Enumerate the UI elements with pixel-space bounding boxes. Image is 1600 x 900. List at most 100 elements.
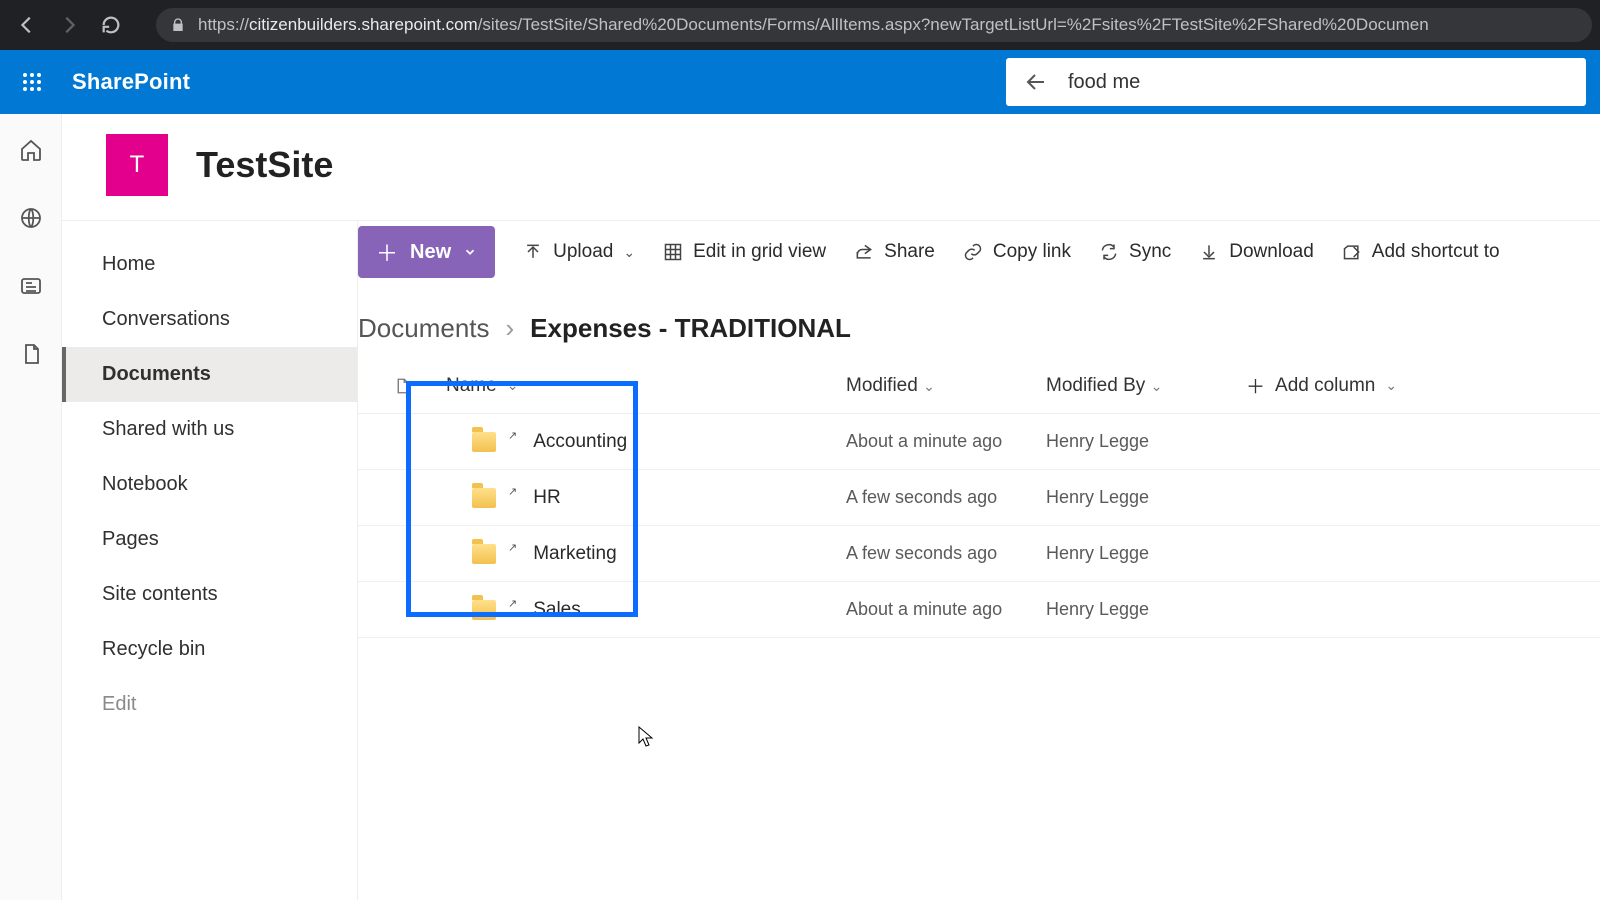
folder-icon (472, 544, 496, 564)
row-modified: A few seconds ago (846, 543, 1046, 564)
breadcrumb-root[interactable]: Documents (358, 313, 490, 344)
table-row[interactable]: ↗ Marketing A few seconds ago Henry Legge (358, 526, 1600, 582)
chevron-down-icon: ⌄ (923, 378, 935, 394)
nav-item-shared[interactable]: Shared with us (62, 402, 357, 457)
site-logo[interactable]: T (106, 134, 168, 196)
global-nav-rail (0, 114, 62, 900)
share-icon (854, 242, 874, 262)
row-modified: A few seconds ago (846, 487, 1046, 508)
nav-item-notebook[interactable]: Notebook (62, 457, 357, 512)
site-header: T TestSite (62, 114, 1600, 220)
column-modified-by[interactable]: Modified By ⌄ (1046, 375, 1246, 397)
site-nav: Home Conversations Documents Shared with… (62, 221, 357, 900)
browser-reload-button[interactable] (92, 6, 130, 44)
sync-label: Sync (1129, 241, 1171, 263)
url-host: citizenbuilders.sharepoint.com (249, 15, 478, 34)
chevron-down-icon: ⌄ (623, 244, 635, 261)
row-modified: About a minute ago (846, 599, 1046, 620)
copy-link-label: Copy link (993, 241, 1071, 263)
link-overlay-icon: ↗ (508, 429, 517, 442)
column-name-label: Name (446, 375, 497, 397)
add-column-button[interactable]: ＋ Add column ⌄ (1246, 372, 1600, 399)
url-path: /sites/TestSite/Shared%20Documents/Forms… (478, 15, 1429, 34)
download-icon (1199, 242, 1219, 262)
row-name: Accounting (533, 431, 627, 453)
news-icon[interactable] (17, 272, 45, 300)
row-modified-by: Henry Legge (1046, 543, 1246, 564)
link-overlay-icon: ↗ (508, 597, 517, 610)
browser-forward-button[interactable] (50, 6, 88, 44)
upload-icon (523, 242, 543, 262)
nav-item-site-contents[interactable]: Site contents (62, 567, 357, 622)
chevron-down-icon: ⌄ (507, 377, 519, 394)
nav-item-conversations[interactable]: Conversations (62, 292, 357, 347)
breadcrumb-current: Expenses - TRADITIONAL (530, 313, 851, 344)
chevron-down-icon (463, 245, 477, 259)
plus-icon: ＋ (1246, 372, 1265, 399)
browser-back-button[interactable] (8, 6, 46, 44)
column-modified-by-label: Modified By (1046, 375, 1145, 396)
new-button-label: New (410, 241, 451, 264)
home-icon[interactable] (17, 136, 45, 164)
browser-url-bar[interactable]: https://citizenbuilders.sharepoint.com/s… (156, 8, 1592, 42)
search-back-icon[interactable] (1024, 70, 1048, 94)
globe-icon[interactable] (17, 204, 45, 232)
row-modified-by: Henry Legge (1046, 599, 1246, 620)
nav-item-recycle-bin[interactable]: Recycle bin (62, 622, 357, 677)
search-box[interactable] (1006, 58, 1586, 106)
sync-button[interactable]: Sync (1099, 241, 1171, 263)
cursor-icon (638, 726, 654, 748)
column-file-type[interactable] (358, 375, 446, 397)
lock-icon (170, 17, 186, 33)
column-modified-label: Modified (846, 375, 918, 396)
site-title[interactable]: TestSite (196, 144, 333, 186)
suite-header: SharePoint (0, 50, 1600, 114)
column-modified[interactable]: Modified ⌄ (846, 375, 1046, 397)
row-modified-by: Henry Legge (1046, 487, 1246, 508)
table-row[interactable]: ↗ Accounting About a minute ago Henry Leg… (358, 414, 1600, 470)
table-row[interactable]: ↗Sales About a minute ago Henry Legge (358, 582, 1600, 638)
link-overlay-icon: ↗ (508, 485, 517, 498)
file-icon (393, 375, 411, 397)
download-button[interactable]: Download (1199, 241, 1314, 263)
browser-toolbar: https://citizenbuilders.sharepoint.com/s… (0, 0, 1600, 50)
search-input[interactable] (1068, 71, 1568, 94)
new-button[interactable]: ＋ New (358, 226, 495, 278)
upload-label: Upload (553, 241, 613, 263)
files-icon[interactable] (17, 340, 45, 368)
command-bar: ＋ New Upload ⌄ Edit in grid view (358, 221, 1600, 283)
plus-icon: ＋ (376, 236, 398, 268)
breadcrumb: Documents › Expenses - TRADITIONAL (358, 283, 1600, 358)
chevron-right-icon: › (506, 313, 515, 344)
row-name: Marketing (533, 543, 616, 565)
grid-icon (663, 242, 683, 262)
copy-link-button[interactable]: Copy link (963, 241, 1071, 263)
share-button[interactable]: Share (854, 241, 935, 263)
add-shortcut-button[interactable]: Add shortcut to (1342, 241, 1500, 263)
shortcut-icon (1342, 242, 1362, 262)
add-shortcut-label: Add shortcut to (1372, 241, 1500, 263)
url-prefix: https:// (198, 15, 249, 34)
folder-icon (472, 600, 496, 620)
list-header-row: Name ⌄ Modified ⌄ Modified By ⌄ ＋ Add co… (358, 358, 1600, 414)
nav-item-documents[interactable]: Documents (62, 347, 357, 402)
share-label: Share (884, 241, 935, 263)
app-launcher-button[interactable] (14, 64, 50, 100)
upload-button[interactable]: Upload ⌄ (523, 241, 635, 263)
nav-item-home[interactable]: Home (62, 237, 357, 292)
nav-item-pages[interactable]: Pages (62, 512, 357, 567)
row-name: HR (533, 487, 560, 509)
add-column-label: Add column (1275, 375, 1375, 397)
column-name[interactable]: Name ⌄ (446, 375, 846, 397)
nav-edit-link[interactable]: Edit (62, 677, 357, 732)
list-body: ↗ Accounting About a minute ago Henry Leg… (358, 414, 1600, 638)
brand-label[interactable]: SharePoint (72, 69, 190, 95)
edit-grid-label: Edit in grid view (693, 241, 826, 263)
main-panel: ＋ New Upload ⌄ Edit in grid view (357, 221, 1600, 900)
row-modified: About a minute ago (846, 431, 1046, 452)
edit-grid-button[interactable]: Edit in grid view (663, 241, 826, 263)
download-label: Download (1229, 241, 1314, 263)
row-modified-by: Henry Legge (1046, 431, 1246, 452)
table-row[interactable]: ↗ HR A few seconds ago Henry Legge (358, 470, 1600, 526)
link-overlay-icon: ↗ (508, 541, 517, 554)
